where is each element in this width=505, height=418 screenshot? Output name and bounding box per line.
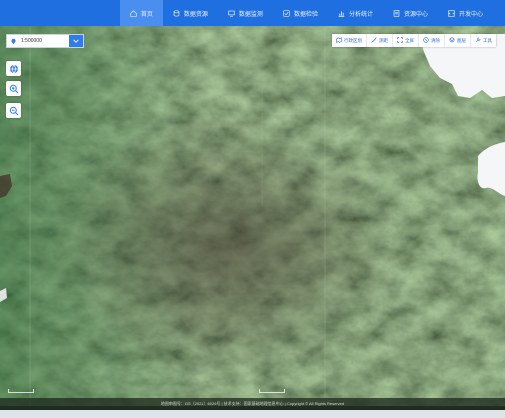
zoom-in-button[interactable]	[6, 81, 21, 96]
nav-item-label: 开发中心	[458, 11, 483, 18]
nav-item-5[interactable]: 分析统计	[328, 0, 383, 26]
top-nav-bar: 首页 数据资源 数据监测 数据检验 分析统计 资源中心 开发中心	[0, 0, 505, 26]
tools-icon	[475, 37, 481, 44]
nav-item-6[interactable]: 资源中心	[383, 0, 438, 26]
nav-item-label: 数据资源	[183, 11, 208, 18]
nav-item-label: 数据检验	[293, 11, 318, 18]
satellite-imagery	[0, 26, 505, 406]
layers-icon	[449, 37, 455, 44]
region-icon	[336, 37, 342, 44]
map-tool-label: 工具	[483, 37, 492, 43]
map-tool-6[interactable]: 工具	[471, 34, 496, 47]
scale-dropdown-button[interactable]	[69, 35, 83, 47]
scale-bar-left	[8, 389, 34, 393]
monitor-icon	[228, 10, 235, 17]
resource-icon	[393, 9, 400, 17]
chart-icon	[338, 10, 345, 17]
nav-item-label: 资源中心	[403, 11, 428, 18]
nav-item-4[interactable]: 数据检验	[273, 0, 328, 26]
scale-bar-center	[259, 389, 285, 393]
map-tool-4[interactable]: 清除	[419, 34, 445, 47]
clear-icon	[423, 37, 429, 44]
nav-item-label: 数据监测	[238, 11, 263, 18]
satellite-map[interactable]	[0, 26, 505, 406]
measure-icon	[371, 37, 377, 44]
nav-item-2[interactable]: 数据资源	[163, 0, 218, 26]
chevron-down-icon	[73, 39, 79, 43]
dev-icon	[448, 9, 455, 17]
database-icon	[173, 9, 180, 17]
map-tool-label: 行政区划	[344, 37, 362, 43]
map-pin-icon	[7, 35, 19, 47]
map-toolbar: 行政区划 测距 全屏 清除 图层 工具	[332, 34, 496, 47]
bottom-strip	[0, 410, 505, 418]
globe-button[interactable]	[6, 61, 21, 76]
map-tool-1[interactable]: 行政区划	[332, 34, 367, 47]
map-tool-2[interactable]: 测距	[367, 34, 393, 47]
map-tool-label: 图层	[457, 37, 466, 43]
map-tool-3[interactable]: 全屏	[393, 34, 419, 47]
nav-item-3[interactable]: 数据监测	[218, 0, 273, 26]
map-attribution: 地图审图号：GS（2021）6026号 | 技术支持：国家基础地理信息中心 | …	[160, 401, 345, 406]
app-root: 首页 数据资源 数据监测 数据检验 分析统计 资源中心 开发中心 1:50000…	[0, 0, 505, 418]
map-tool-label: 全屏	[405, 37, 414, 43]
zoom-out-button[interactable]	[6, 103, 21, 118]
zoom-out-icon	[9, 106, 18, 115]
map-footer: 地图审图号：GS（2021）6026号 | 技术支持：国家基础地理信息中心 | …	[0, 398, 505, 410]
map-tool-5[interactable]: 图层	[445, 34, 471, 47]
map-tool-label: 清除	[431, 37, 440, 43]
nav-item-label: 分析统计	[348, 11, 373, 18]
home-icon	[130, 9, 137, 17]
scale-value: 1:500000	[21, 38, 42, 44]
nav-item-label: 首页	[140, 11, 153, 18]
fullscreen-icon	[397, 37, 403, 44]
scale-selector[interactable]: 1:500000	[6, 34, 84, 48]
globe-icon	[9, 64, 18, 73]
nav-items: 首页 数据资源 数据监测 数据检验 分析统计 资源中心 开发中心	[119, 0, 505, 26]
check-icon	[283, 9, 290, 17]
zoom-in-icon	[9, 84, 18, 93]
nav-item-1[interactable]: 首页	[119, 0, 163, 26]
nav-item-7[interactable]: 开发中心	[438, 0, 493, 26]
map-tool-label: 测距	[379, 37, 388, 43]
